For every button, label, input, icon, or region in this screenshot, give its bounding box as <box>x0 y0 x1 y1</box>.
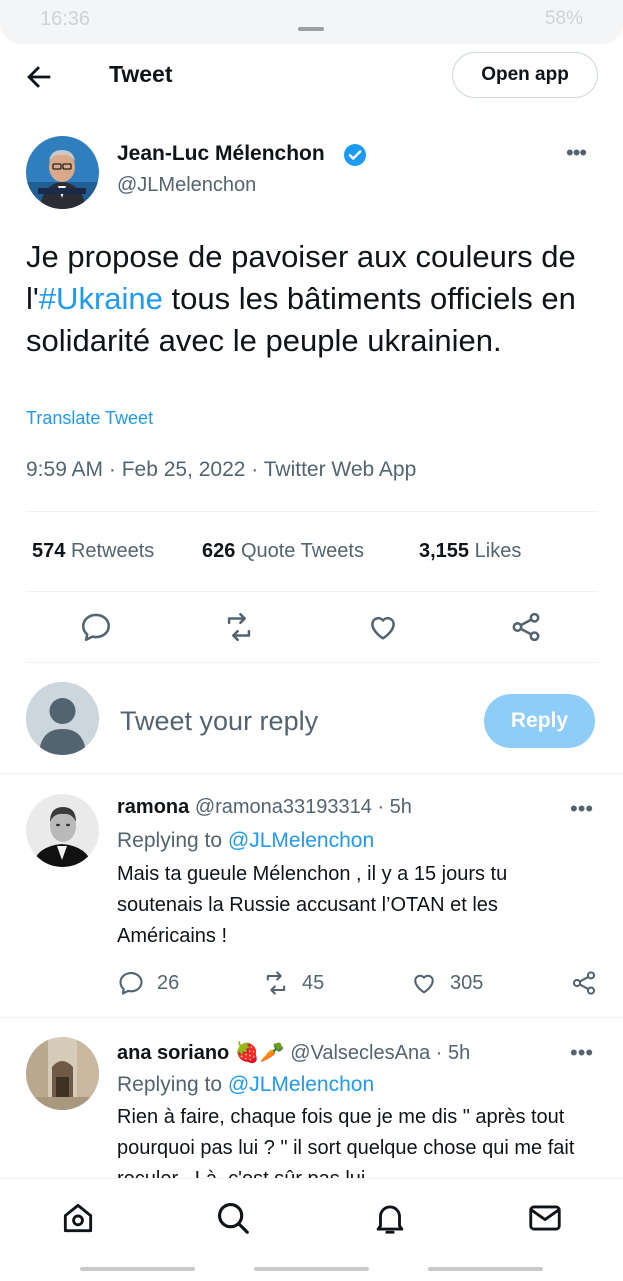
divider <box>26 511 598 512</box>
page-title: Tweet <box>109 61 173 87</box>
reply-author-name[interactable]: ana soriano <box>117 1042 229 1064</box>
reply-author-handle[interactable]: @ramona33193314 · 5h <box>195 796 412 818</box>
reply-button[interactable]: Reply <box>484 694 595 748</box>
back-arrow-icon[interactable] <box>22 60 56 94</box>
share-icon[interactable] <box>509 610 543 644</box>
reply-more-icon[interactable]: ••• <box>570 796 593 822</box>
replying-to: Replying to @JLMelenchon <box>117 1073 375 1096</box>
tweet-text: Je propose de pavoiser aux couleurs de l… <box>26 236 606 362</box>
hashtag-link[interactable]: #Ukraine <box>39 281 163 316</box>
like-icon[interactable] <box>410 969 438 997</box>
reply-header: ana soriano 🍓🥕 @ValseclesAna · 5h <box>117 1040 470 1065</box>
share-icon[interactable] <box>570 969 598 997</box>
top-bar: Tweet Open app <box>0 46 623 106</box>
reply-more-icon[interactable]: ••• <box>570 1040 593 1066</box>
retweet-count: 45 <box>302 971 325 994</box>
mention-link[interactable]: @JLMelenchon <box>228 1073 374 1096</box>
reply-icon[interactable] <box>79 610 113 644</box>
mail-icon[interactable] <box>526 1199 564 1237</box>
gesture-bar <box>254 1267 369 1271</box>
like-count: 305 <box>450 971 484 994</box>
divider <box>26 591 598 592</box>
reply-like-action[interactable]: 305 <box>410 969 483 997</box>
bottom-nav <box>0 1178 623 1281</box>
retweet-icon[interactable] <box>222 610 256 644</box>
status-bar: 16:36 58% <box>0 0 623 42</box>
more-options-icon[interactable]: ••• <box>566 140 587 166</box>
author-name[interactable]: Jean-Luc Mélenchon <box>117 142 325 166</box>
reply-icon[interactable] <box>117 969 145 997</box>
reply-share-action[interactable] <box>570 969 598 997</box>
gesture-bar <box>80 1267 195 1271</box>
home-icon[interactable] <box>59 1199 97 1237</box>
status-time: 16:36 <box>40 8 91 30</box>
reply-author-handle[interactable]: @ValseclesAna · 5h <box>290 1042 470 1064</box>
drag-handle[interactable] <box>298 27 324 31</box>
bell-icon[interactable] <box>371 1199 409 1237</box>
reply-count: 26 <box>157 971 180 994</box>
mention-link[interactable]: @JLMelenchon <box>228 829 374 852</box>
translate-tweet-link[interactable]: Translate Tweet <box>26 408 153 429</box>
reply-header: ramona @ramona33193314 · 5h <box>117 796 412 819</box>
divider <box>0 773 623 774</box>
retweets-stat[interactable]: 574 Retweets <box>32 540 154 563</box>
like-icon[interactable] <box>366 610 400 644</box>
reply-text: Rien à faire, chaque fois que je me dis … <box>117 1106 575 1178</box>
reply-text: Mais ta gueule Mélenchon , il y a 15 jou… <box>117 863 508 947</box>
gesture-bar <box>428 1267 543 1271</box>
reply-avatar[interactable] <box>26 1037 99 1110</box>
divider <box>26 662 598 663</box>
reply-avatar[interactable] <box>26 794 99 867</box>
retweet-icon[interactable] <box>262 969 290 997</box>
author-handle[interactable]: @JLMelenchon <box>117 174 256 197</box>
reply-author-name[interactable]: ramona <box>117 796 189 818</box>
quote-tweets-stat[interactable]: 626 Quote Tweets <box>202 540 364 563</box>
tweet-meta: 9:59 AM · Feb 25, 2022 · Twitter Web App <box>26 458 417 481</box>
reply-retweet-action[interactable]: 45 <box>262 969 324 997</box>
likes-stat[interactable]: 3,155 Likes <box>419 540 521 563</box>
reply-reply-action[interactable]: 26 <box>117 969 179 997</box>
search-icon[interactable] <box>214 1199 252 1237</box>
open-app-button[interactable]: Open app <box>452 52 598 98</box>
replying-to: Replying to @JLMelenchon <box>117 829 375 852</box>
my-avatar[interactable] <box>26 682 99 755</box>
reply-author-emoji: 🍓🥕 <box>234 1042 285 1064</box>
verified-badge-icon <box>344 144 366 166</box>
author-avatar[interactable] <box>26 136 99 209</box>
divider <box>0 1017 623 1018</box>
status-battery: 58% <box>544 8 583 29</box>
reply-input[interactable]: Tweet your reply <box>120 706 318 737</box>
